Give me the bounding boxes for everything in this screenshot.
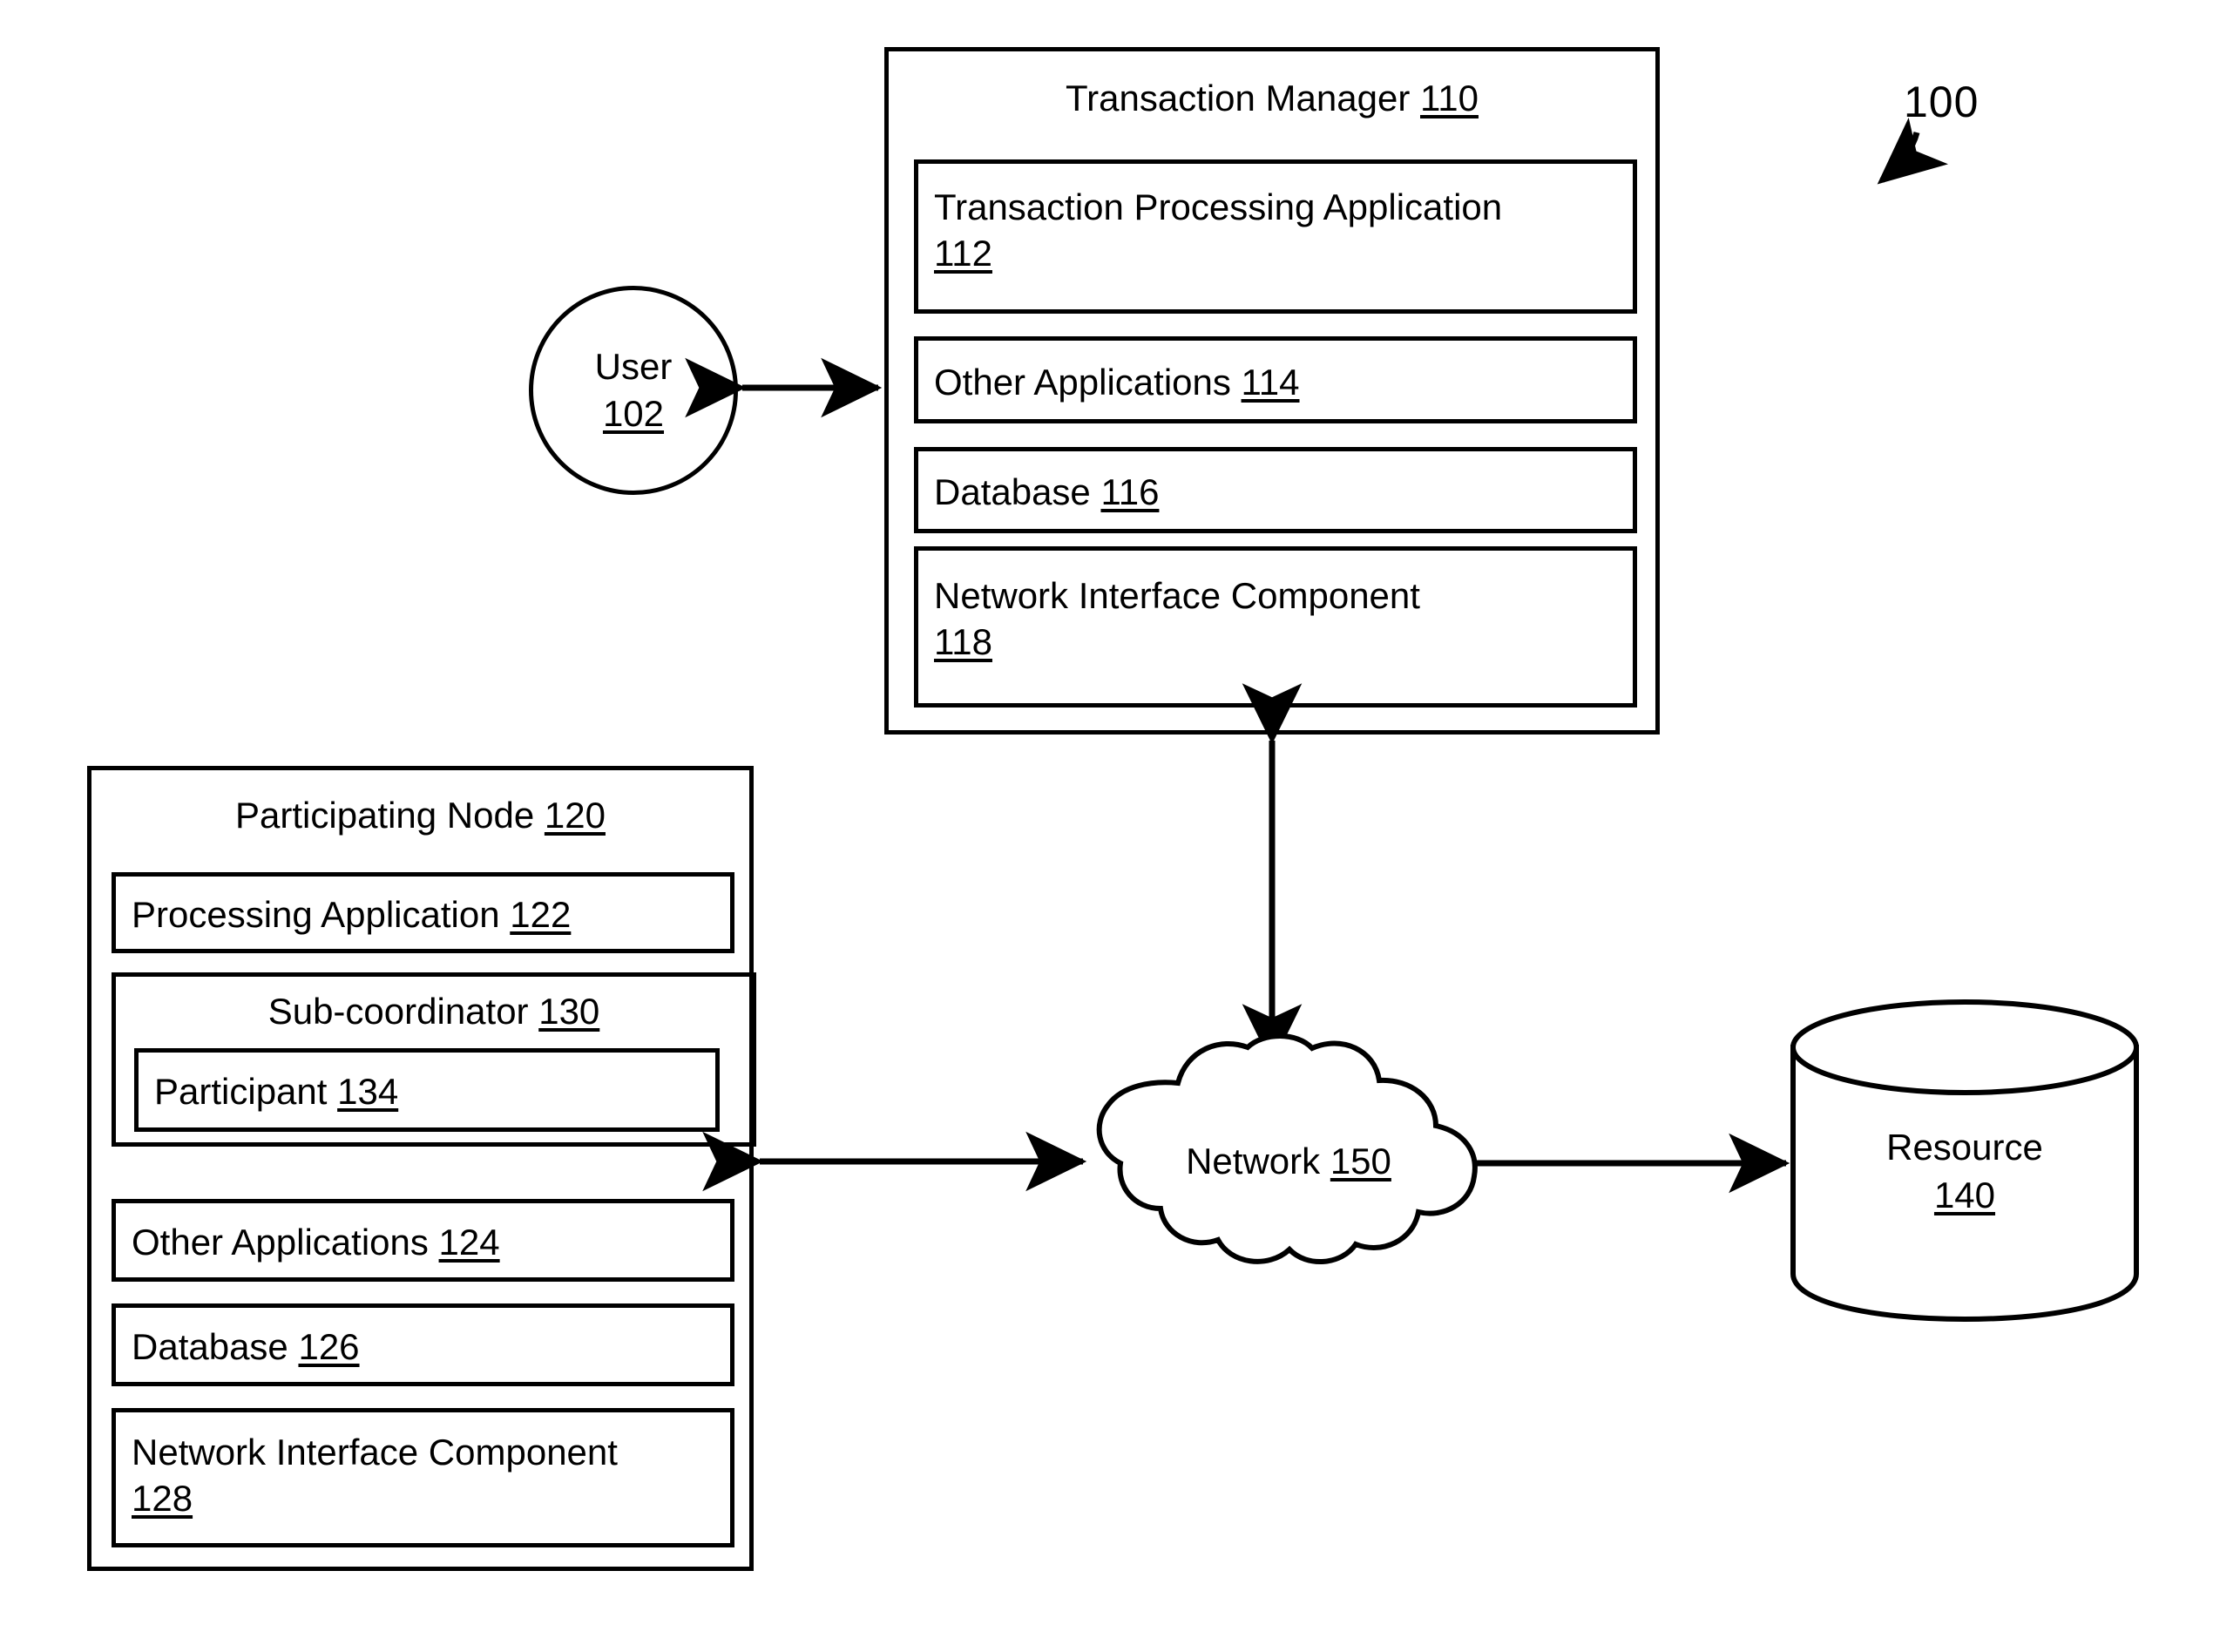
participating-node-title-ref: 120	[544, 795, 606, 836]
resource-node: Resource 140	[1793, 1002, 2136, 1351]
figure-leader-arrow	[1877, 117, 1949, 185]
database-label-126: Database	[132, 1326, 288, 1367]
network-text: Network 150	[1093, 1141, 1485, 1182]
transaction-manager-title-ref: 110	[1420, 78, 1479, 118]
other-applications-text-114: Other Applications 114	[934, 360, 1624, 406]
database-label-116: Database	[934, 471, 1091, 512]
other-applications-box-124: Other Applications 124	[112, 1199, 734, 1282]
other-applications-label-114: Other Applications	[934, 362, 1231, 403]
sub-coordinator-title-130: Sub-coordinator 130	[116, 991, 752, 1032]
transaction-processing-application-ref: 112	[934, 232, 992, 274]
other-applications-text-124: Other Applications 124	[132, 1220, 721, 1266]
participant-ref-134: 134	[337, 1071, 399, 1112]
network-ref: 150	[1330, 1141, 1391, 1181]
user-label: User	[594, 346, 673, 388]
database-ref-116: 116	[1100, 471, 1160, 512]
user-ref: 102	[602, 393, 665, 434]
resource-text: Resource 140	[1793, 1124, 2136, 1219]
transaction-processing-application-label: Transaction Processing Application	[934, 186, 1503, 227]
participating-node-title: Participating Node 120	[91, 795, 749, 836]
other-applications-ref-124: 124	[438, 1222, 500, 1263]
network-interface-component-ref-118: 118	[934, 620, 992, 662]
participant-text-134: Participant 134	[154, 1069, 707, 1115]
processing-application-box-122: Processing Application 122	[112, 872, 734, 953]
other-applications-label-124: Other Applications	[132, 1222, 429, 1263]
database-text-126: Database 126	[132, 1324, 721, 1371]
transaction-manager-title-label: Transaction Manager	[1066, 78, 1411, 118]
transaction-manager-title: Transaction Manager 110	[889, 78, 1655, 119]
resource-label: Resource	[1886, 1127, 2043, 1168]
processing-application-ref-122: 122	[510, 894, 572, 935]
network-interface-component-label-128: Network Interface Component	[132, 1432, 618, 1473]
processing-application-text-122: Processing Application 122	[132, 892, 721, 938]
sub-coordinator-box-130: Sub-coordinator 130 Participant 134	[112, 972, 756, 1147]
network-label: Network	[1186, 1141, 1321, 1181]
database-box-116: Database 116	[914, 447, 1637, 533]
database-box-126: Database 126	[112, 1303, 734, 1386]
sub-coordinator-label-130: Sub-coordinator	[267, 991, 529, 1032]
participating-node-title-label: Participating Node	[235, 795, 535, 836]
participant-label-134: Participant	[154, 1071, 328, 1112]
sub-coordinator-ref-130: 130	[538, 991, 600, 1032]
processing-application-label-122: Processing Application	[132, 894, 500, 935]
network-interface-component-text-118: Network Interface Component 118	[934, 573, 1624, 665]
database-text-116: Database 116	[934, 470, 1624, 516]
figure-number: 100	[1904, 78, 1980, 126]
database-ref-126: 126	[298, 1326, 360, 1367]
network-node: Network 150	[1093, 1033, 1485, 1286]
network-interface-component-label-118: Network Interface Component	[934, 575, 1420, 616]
network-interface-component-text-128: Network Interface Component 128	[132, 1430, 721, 1521]
participating-node-box: Participating Node 120 Processing Applic…	[87, 766, 756, 1571]
other-applications-ref-114: 114	[1241, 362, 1300, 403]
transaction-manager-box: Transaction Manager 110 Transaction Proc…	[884, 47, 1660, 735]
transaction-processing-application-text: Transaction Processing Application 112	[934, 185, 1624, 276]
user-node: User 102	[529, 286, 738, 495]
transaction-processing-application-box: Transaction Processing Application 112	[914, 159, 1637, 314]
figure-canvas: 100 User 102 Transaction Manager 110 Tra…	[0, 0, 2213, 1652]
network-interface-component-box-118: Network Interface Component 118	[914, 546, 1637, 708]
participant-box-134: Participant 134	[134, 1048, 720, 1132]
network-interface-component-box-128: Network Interface Component 128	[112, 1408, 734, 1547]
other-applications-box-114: Other Applications 114	[914, 336, 1637, 423]
resource-ref: 140	[1933, 1174, 1996, 1215]
network-interface-component-ref-128: 128	[132, 1477, 193, 1519]
